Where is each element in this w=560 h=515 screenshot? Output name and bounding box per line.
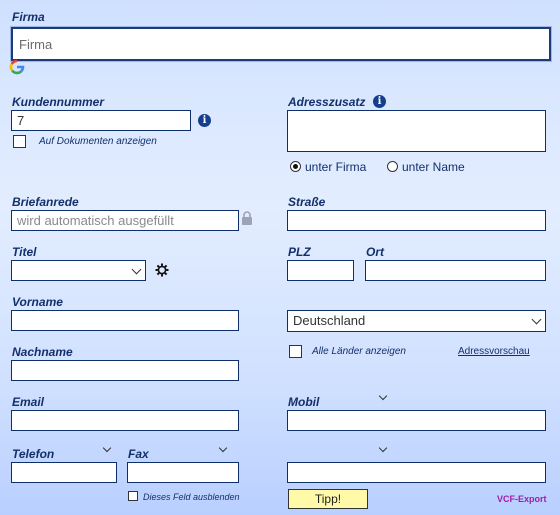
lock-icon[interactable] — [241, 211, 253, 226]
adressvorschau-link[interactable]: Adressvorschau — [458, 346, 530, 357]
tipp-button[interactable]: Tipp! — [288, 489, 368, 509]
nachname-input[interactable] — [11, 360, 239, 381]
radio-unter-name-label: unter Name — [402, 160, 465, 174]
email-input[interactable] — [11, 410, 239, 431]
plz-input[interactable] — [287, 260, 354, 281]
briefanrede-input[interactable]: wird automatisch ausgefüllt — [11, 210, 239, 231]
ort-input[interactable] — [365, 260, 546, 281]
titel-select[interactable] — [11, 260, 146, 281]
hide-field-label: Dieses Feld ausblenden — [143, 492, 240, 502]
land-select[interactable]: Deutschland — [287, 310, 546, 332]
adresszusatz-label: Adresszusatz — [288, 95, 366, 109]
telefon-label: Telefon — [12, 447, 55, 461]
info-icon[interactable]: i — [373, 95, 386, 108]
fax-input[interactable] — [127, 462, 239, 483]
mobil-input[interactable] — [287, 410, 546, 431]
nachname-label: Nachname — [12, 345, 73, 359]
ort-label: Ort — [366, 245, 384, 259]
radio-unter-firma[interactable] — [290, 161, 301, 172]
chevron-down-icon[interactable] — [102, 443, 112, 453]
radio-unter-firma-label: unter Firma — [305, 160, 367, 174]
show-on-docs-label: Auf Dokumenten anzeigen — [39, 136, 157, 147]
fax-label: Fax — [128, 447, 149, 461]
strasse-input[interactable] — [287, 210, 546, 231]
kundennummer-label: Kundennummer — [12, 95, 105, 109]
vcf-export-link[interactable]: VCF-Export — [497, 494, 547, 504]
adresszusatz-textarea[interactable] — [287, 110, 546, 152]
alle-laender-label: Alle Länder anzeigen — [312, 346, 406, 357]
firma-label: Firma — [12, 10, 45, 24]
strasse-label: Straße — [288, 195, 326, 209]
alle-laender-checkbox[interactable] — [289, 345, 302, 358]
info-icon[interactable]: i — [198, 114, 211, 127]
chevron-down-icon[interactable] — [378, 391, 388, 401]
vorname-label: Vorname — [12, 295, 63, 309]
show-on-docs-checkbox[interactable] — [13, 135, 26, 148]
gear-icon[interactable] — [155, 263, 169, 277]
firma-input[interactable]: Firma — [11, 27, 551, 61]
hide-field-checkbox[interactable] — [128, 491, 138, 501]
extra-phone-input[interactable] — [287, 462, 546, 483]
chevron-down-icon[interactable] — [378, 443, 388, 453]
titel-label: Titel — [12, 245, 37, 259]
email-label: Email — [12, 395, 45, 409]
plz-label: PLZ — [288, 245, 311, 259]
kundennummer-input[interactable]: 7 — [11, 110, 191, 131]
chevron-down-icon[interactable] — [218, 443, 228, 453]
telefon-input[interactable] — [11, 462, 117, 483]
radio-unter-name[interactable] — [387, 161, 398, 172]
briefanrede-label: Briefanrede — [12, 195, 79, 209]
vorname-input[interactable] — [11, 310, 239, 331]
contact-form: { "firma": { "label": "Firma", "placehol… — [0, 0, 560, 515]
mobil-label: Mobil — [288, 395, 320, 409]
google-icon[interactable] — [8, 58, 26, 76]
